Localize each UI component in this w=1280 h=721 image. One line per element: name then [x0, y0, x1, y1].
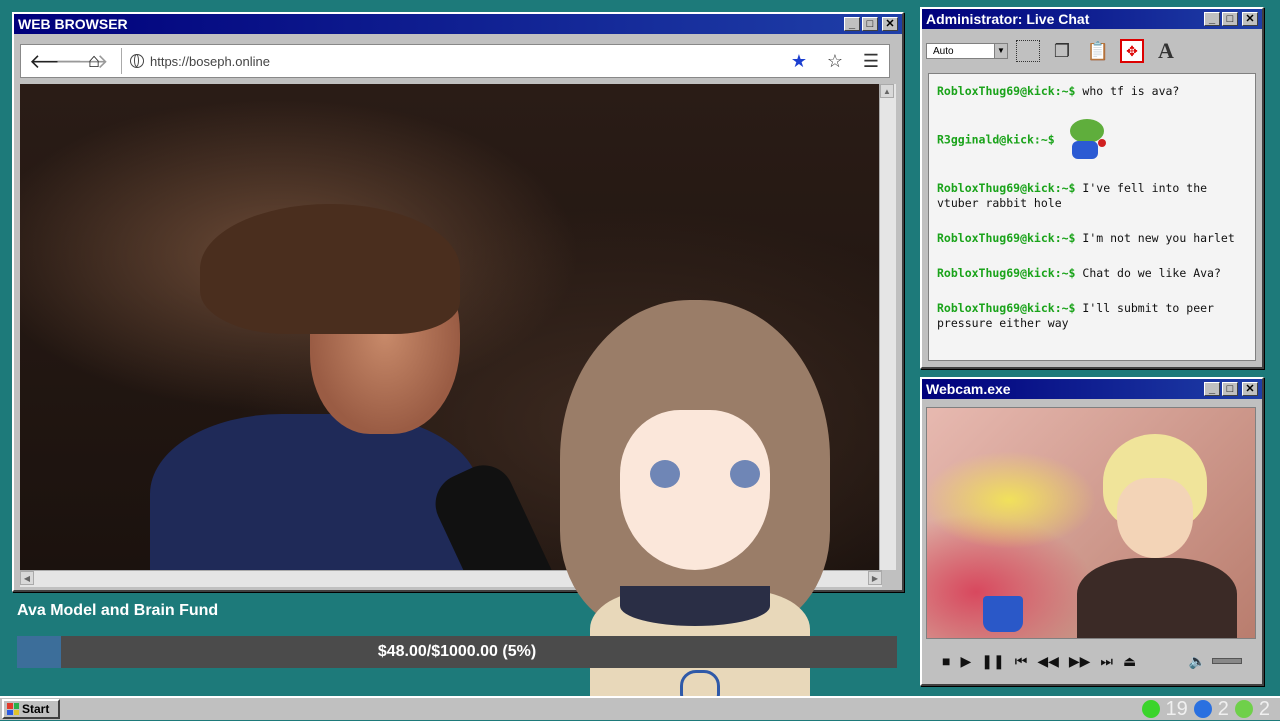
home-icon[interactable]: ⌂	[81, 50, 107, 73]
avatar-right-eye	[730, 460, 760, 488]
scroll-up-arrow-icon[interactable]: ▲	[880, 84, 894, 98]
paste-icon[interactable]: 📋	[1084, 37, 1112, 65]
chat-text: I'm not new you harlet	[1082, 231, 1234, 245]
fund-progress-bar: $48.00/$1000.00 (5%)	[17, 636, 897, 668]
globe-icon	[130, 54, 144, 68]
chat-username: RobloxThug69@kick:~$	[937, 181, 1075, 195]
scroll-left-arrow-icon[interactable]: ◀	[20, 571, 34, 585]
mug-image	[983, 596, 1023, 632]
minimize-button[interactable]: _	[844, 17, 860, 31]
scroll-right-arrow-icon[interactable]: ▶	[868, 571, 882, 585]
bookmarked-star-icon[interactable]: ★	[781, 51, 817, 72]
chevron-down-icon[interactable]: ▼	[994, 44, 1007, 58]
taskbar: Start 19 2 2	[0, 696, 1280, 720]
chat-message: RobloxThug69@kick:~$ I've fell into the …	[937, 181, 1247, 211]
close-button[interactable]: ✕	[882, 17, 898, 31]
play-icon[interactable]	[1235, 700, 1253, 718]
play-icon[interactable]: ▶	[960, 653, 971, 670]
chat-messages[interactable]: RobloxThug69@kick:~$ who tf is ava? R3gg…	[928, 73, 1256, 361]
chat-username: RobloxThug69@kick:~$	[937, 84, 1075, 98]
chat-username: RobloxThug69@kick:~$	[937, 231, 1075, 245]
tray-count: 19	[1166, 698, 1188, 721]
chat-message: RobloxThug69@kick:~$ who tf is ava?	[937, 84, 1247, 99]
pepe-emote-icon	[1066, 119, 1108, 161]
webcam-view	[926, 407, 1256, 639]
browser-titlebar[interactable]: WEB BROWSER _ □ ✕	[14, 14, 902, 34]
volume-slider[interactable]	[1212, 658, 1242, 664]
back-arrow-icon[interactable]: 🡐	[29, 49, 55, 74]
start-button[interactable]: Start	[2, 699, 60, 719]
browser-navbar: 🡐 🡒 ⌂ https://boseph.online ★ ☆ ☰	[20, 44, 890, 78]
system-tray: 19 2 2	[1142, 698, 1280, 721]
copy-icon[interactable]: ❐	[1048, 37, 1076, 65]
skip-forward-icon[interactable]: ⏭	[1100, 653, 1113, 670]
menu-icon[interactable]: ☰	[853, 51, 889, 72]
chat-username: R3gginald@kick:~$	[937, 133, 1055, 147]
windows-logo-icon	[7, 703, 19, 715]
video-person-body	[150, 414, 480, 570]
kick-icon[interactable]	[1142, 700, 1160, 718]
webcam-window[interactable]: Webcam.exe _ □ ✕ ■ ▶ ❚❚ ⏮ ◀◀ ▶▶ ⏭ ⏏ 🔈	[920, 377, 1264, 686]
url-text: https://boseph.online	[150, 54, 270, 69]
maximize-button[interactable]: □	[862, 17, 878, 31]
webcam-title: Webcam.exe	[926, 381, 1204, 397]
close-button[interactable]: ✕	[1242, 12, 1258, 26]
chat-text: Chat do we like Ava?	[1082, 266, 1220, 280]
close-button[interactable]: ✕	[1242, 382, 1258, 396]
move-icon[interactable]: ✥	[1120, 39, 1144, 63]
chat-message: RobloxThug69@kick:~$ Chat do we like Ava…	[937, 266, 1247, 281]
forward-arrow-icon[interactable]: 🡒	[55, 49, 81, 74]
chat-message: RobloxThug69@kick:~$ I'll submit to peer…	[937, 301, 1247, 331]
fund-title: Ava Model and Brain Fund	[17, 602, 218, 620]
start-label: Start	[22, 702, 49, 716]
chat-message: RobloxThug69@kick:~$ I'm not new you har…	[937, 231, 1247, 246]
skip-back-icon[interactable]: ⏮	[1015, 653, 1028, 670]
chat-toolbar: Auto ▼ ❐ 📋 ✥ A	[922, 33, 1262, 69]
avatar-left-eye	[650, 460, 680, 488]
address-bar[interactable]: https://boseph.online ★	[121, 48, 817, 74]
chat-titlebar[interactable]: Administrator: Live Chat _ □ ✕	[922, 9, 1262, 29]
volume-icon[interactable]: 🔈	[1189, 653, 1206, 670]
maximize-button[interactable]: □	[1222, 12, 1238, 26]
avatar-face	[620, 410, 770, 570]
webcam-titlebar[interactable]: Webcam.exe _ □ ✕	[922, 379, 1262, 399]
live-chat-window[interactable]: Administrator: Live Chat _ □ ✕ Auto ▼ ❐ …	[920, 7, 1264, 369]
tray-count: 2	[1259, 698, 1270, 721]
minimize-button[interactable]: _	[1204, 382, 1220, 396]
vertical-scrollbar[interactable]: ▲	[879, 84, 896, 570]
stop-icon[interactable]: ■	[942, 653, 950, 669]
browser-title: WEB BROWSER	[18, 16, 844, 32]
video-person-hair	[200, 204, 460, 334]
chat-message: R3gginald@kick:~$	[937, 119, 1247, 161]
eject-icon[interactable]: ⏏	[1123, 653, 1136, 670]
media-controls: ■ ▶ ❚❚ ⏮ ◀◀ ▶▶ ⏭ ⏏ 🔈	[926, 647, 1256, 675]
select-region-icon[interactable]	[1016, 40, 1040, 62]
font-icon[interactable]: A	[1152, 37, 1180, 65]
rewind-icon[interactable]: ◀◀	[1037, 653, 1059, 670]
moon-icon[interactable]	[1194, 700, 1212, 718]
fast-forward-icon[interactable]: ▶▶	[1069, 653, 1091, 670]
zoom-select[interactable]: Auto ▼	[926, 43, 1008, 59]
chat-title: Administrator: Live Chat	[926, 11, 1204, 27]
character-face	[1117, 478, 1193, 558]
chat-username: RobloxThug69@kick:~$	[937, 301, 1075, 315]
minimize-button[interactable]: _	[1204, 12, 1220, 26]
chat-username: RobloxThug69@kick:~$	[937, 266, 1075, 280]
avatar-collar	[620, 586, 770, 626]
favorites-star-icon[interactable]: ☆	[817, 51, 853, 72]
maximize-button[interactable]: □	[1222, 382, 1238, 396]
pause-icon[interactable]: ❚❚	[981, 653, 1004, 670]
character-body	[1077, 558, 1237, 639]
zoom-select-value: Auto	[933, 46, 954, 57]
tray-count: 2	[1218, 698, 1229, 721]
fund-progress-text: $48.00/$1000.00 (5%)	[17, 636, 897, 668]
chat-text: who tf is ava?	[1082, 84, 1179, 98]
